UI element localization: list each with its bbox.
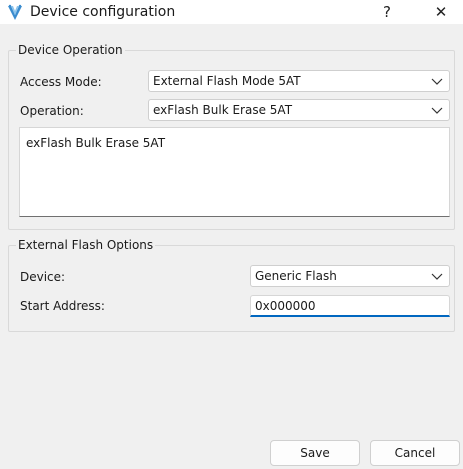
device-value: Generic Flash [255,269,337,283]
operation-label: Operation: [20,104,84,118]
device-select[interactable]: Generic Flash [250,265,450,287]
device-label: Device: [20,270,66,284]
start-address-input[interactable]: 0x000000 [250,295,450,317]
app-logo-icon [8,4,22,20]
start-address-value: 0x000000 [255,299,316,313]
help-button[interactable]: ? [364,0,410,24]
access-mode-select[interactable]: External Flash Mode 5AT [148,70,450,92]
operation-value: exFlash Bulk Erase 5AT [153,103,293,117]
close-button[interactable]: ✕ [418,0,463,24]
operation-description-text: exFlash Bulk Erase 5AT [26,136,166,150]
chevron-down-icon [431,273,443,280]
access-mode-value: External Flash Mode 5AT [153,74,301,88]
external-flash-options-title: External Flash Options [16,238,156,252]
cancel-button[interactable]: Cancel [370,440,460,466]
chevron-down-icon [431,78,443,85]
access-mode-label: Access Mode: [20,75,102,89]
window-title: Device configuration [30,4,176,20]
operation-description[interactable]: exFlash Bulk Erase 5AT [19,127,450,217]
help-icon: ? [383,3,391,21]
title-bar: Device configuration ? ✕ [0,0,463,24]
start-address-label: Start Address: [20,299,105,313]
operation-select[interactable]: exFlash Bulk Erase 5AT [148,99,450,121]
external-flash-options-group [8,245,455,332]
device-operation-title: Device Operation [16,43,125,57]
close-icon: ✕ [434,3,448,21]
chevron-down-icon [431,107,443,114]
save-button[interactable]: Save [270,440,360,466]
